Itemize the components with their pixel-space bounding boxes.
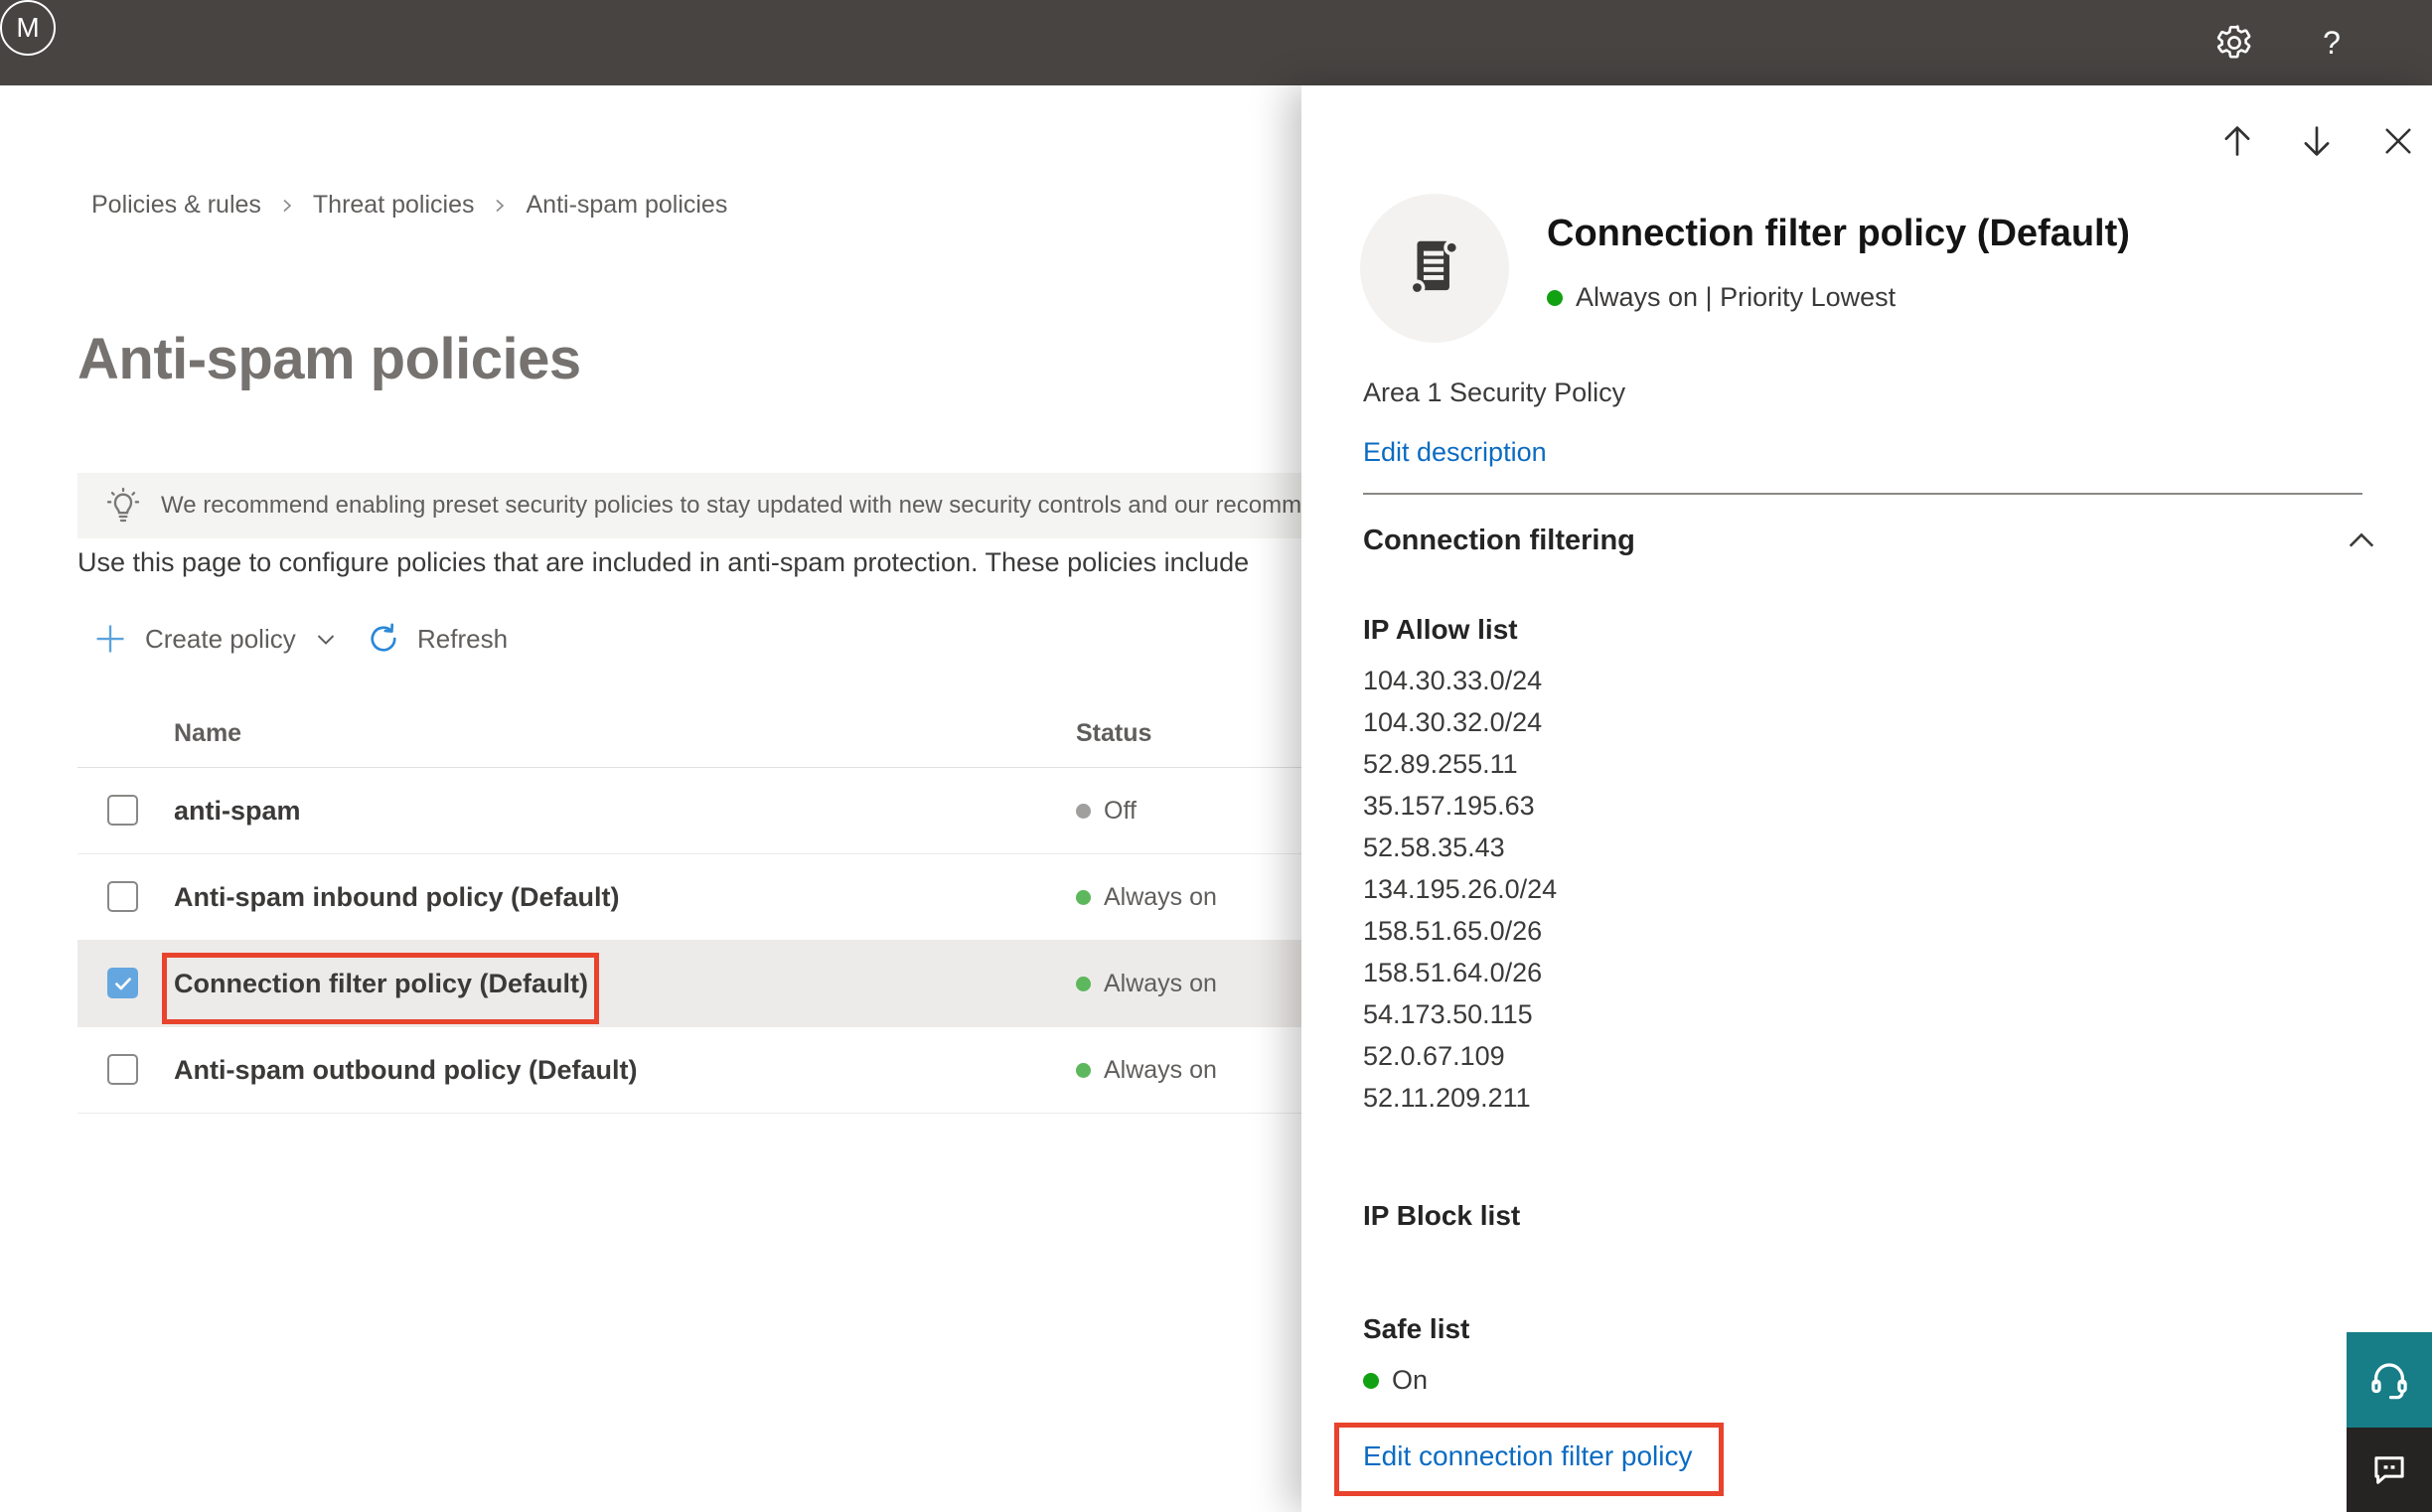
status-dot-green [1363,1372,1379,1389]
command-bar: Create policy Refresh [77,611,1170,667]
policy-scroll-icon [1360,194,1509,343]
row-checkbox[interactable] [107,795,138,826]
help-icon[interactable]: ? [2307,0,2356,85]
ip-entry: 134.195.26.0/24 [1363,874,1558,904]
ip-entry: 52.0.67.109 [1363,1041,1505,1071]
status-cell: Off [1076,768,1137,853]
breadcrumb: Policies & rules Threat policies Anti-sp… [91,191,727,220]
refresh-button[interactable]: Refresh [366,611,508,667]
chat-bubble-icon [2368,1449,2410,1491]
ip-allow-list-heading: IP Allow list [1363,614,1518,645]
ip-entry: 104.30.32.0/24 [1363,707,1543,737]
previous-item-arrow-up-icon[interactable] [2213,117,2261,165]
details-flyout-panel: Connection filter policy (Default) Alway… [1301,85,2432,1512]
refresh-icon [366,621,401,657]
headset-icon [2366,1357,2412,1403]
policy-description: Area 1 Security Policy [1363,378,1626,407]
top-app-bar: ? M [0,0,2432,85]
ip-allow-list: 104.30.33.0/24 104.30.32.0/24 52.89.255.… [1363,660,1557,1119]
status-label: Always on [1104,1055,1217,1084]
next-item-arrow-down-icon[interactable] [2293,117,2341,165]
support-headset-button[interactable] [2347,1332,2432,1428]
page-title: Anti-spam policies [77,327,581,391]
flyout-status-line: Always on | Priority Lowest [1547,282,1896,313]
chevron-right-icon [492,198,508,214]
status-label: Always on [1104,969,1217,997]
status-priority-label: Always on | Priority Lowest [1576,282,1897,312]
create-policy-label: Create policy [145,623,296,654]
policy-name-link[interactable]: Anti-spam outbound policy (Default) [174,1027,637,1113]
status-cell: Always on [1076,941,1217,1026]
table-row-selected[interactable]: Connection filter policy (Default) Alway… [77,941,1301,1027]
banner-text: We recommend enabling preset security po… [161,492,1301,519]
feedback-chat-button[interactable] [2347,1428,2432,1512]
status-dot [1076,976,1091,991]
divider [1363,493,2362,495]
ip-entry: 54.173.50.115 [1363,999,1533,1029]
safe-list-heading: Safe list [1363,1313,1470,1344]
edit-description-link[interactable]: Edit description [1363,437,1547,468]
ip-entry: 35.157.195.63 [1363,791,1535,821]
ip-entry: 52.89.255.11 [1363,749,1518,779]
status-cell: Always on [1076,854,1217,940]
row-checkbox[interactable] [107,1054,138,1085]
section-header-connection-filtering: Connection filtering [1363,525,1635,556]
safe-list-status: On [1363,1365,1428,1396]
ip-entry: 104.30.33.0/24 [1363,666,1543,695]
plus-icon [91,620,129,658]
chevron-right-icon [279,198,295,214]
status-label: Always on [1104,882,1217,911]
status-dot-green [1547,289,1563,306]
status-dot [1076,1062,1091,1078]
edit-connection-filter-policy-link[interactable]: Edit connection filter policy [1363,1440,1693,1472]
table-row[interactable]: Anti-spam outbound policy (Default) Alwa… [77,1027,1301,1114]
create-policy-button[interactable]: Create policy [91,611,338,667]
policy-name-link[interactable]: Anti-spam inbound policy (Default) [174,854,619,940]
breadcrumb-threat-policies[interactable]: Threat policies [313,191,475,220]
refresh-label: Refresh [417,623,509,654]
status-label: Off [1104,796,1137,825]
column-header-name[interactable]: Name [174,719,241,748]
settings-gear-icon[interactable] [2209,0,2259,85]
chevron-down-icon [314,627,338,651]
chevron-up-icon[interactable] [2347,530,2376,550]
ip-entry: 158.51.64.0/26 [1363,958,1543,987]
ip-entry: 52.58.35.43 [1363,832,1505,862]
lightbulb-icon [103,486,143,526]
flyout-title: Connection filter policy (Default) [1547,213,2130,254]
breadcrumb-anti-spam-policies[interactable]: Anti-spam policies [526,191,727,220]
breadcrumb-policies-rules[interactable]: Policies & rules [91,191,261,220]
ip-block-list-heading: IP Block list [1363,1200,1521,1231]
status-dot [1076,889,1091,905]
safe-list-status-label: On [1392,1365,1429,1395]
ip-entry: 158.51.65.0/26 [1363,916,1543,946]
status-cell: Always on [1076,1027,1217,1113]
close-icon[interactable] [2374,117,2422,165]
table-header: Name Status [77,695,1301,768]
ip-entry: 52.11.209.211 [1363,1083,1531,1113]
row-checkbox-checked[interactable] [107,968,138,998]
row-checkbox[interactable] [107,881,138,912]
policy-table: Name Status anti-spam Off Anti-spam inbo… [77,695,1301,1114]
page-description: Use this page to configure policies that… [77,547,1250,577]
table-row[interactable]: Anti-spam inbound policy (Default) Alway… [77,854,1301,941]
column-header-status[interactable]: Status [1076,719,1151,748]
status-dot [1076,803,1091,819]
policy-name-link[interactable]: Connection filter policy (Default) [174,941,588,1026]
recommendation-banner: We recommend enabling preset security po… [77,473,1301,538]
account-avatar[interactable]: M [0,0,56,56]
table-row[interactable]: anti-spam Off [77,768,1301,854]
policy-name-link[interactable]: anti-spam [174,768,301,853]
